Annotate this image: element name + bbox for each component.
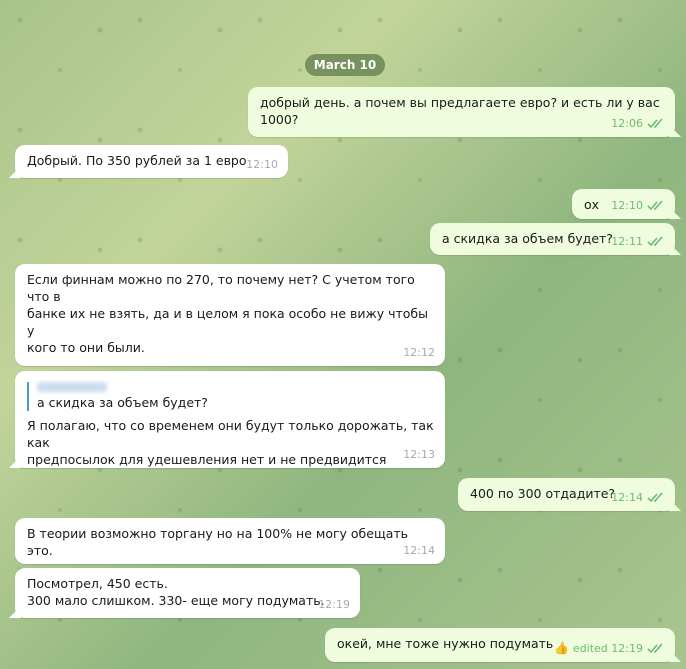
message-text: Посмотрел, 450 есть. 300 мало слишком. 3… xyxy=(27,576,325,608)
message-time: 12:06 xyxy=(611,117,643,130)
message-meta: 12:19 xyxy=(318,596,350,613)
message-outgoing[interactable]: а скидка за объем будет? 12:11 xyxy=(430,223,675,255)
message-meta: 👍 edited 12:19 xyxy=(554,640,665,657)
message-incoming[interactable]: В теории возможно торгану но на 100% не … xyxy=(15,518,445,564)
message-time: 12:10 xyxy=(611,199,643,212)
message-time: 12:13 xyxy=(403,448,435,461)
message-outgoing[interactable]: добрый день. а почем вы предлагаете евро… xyxy=(248,87,675,137)
message-time: edited 12:19 xyxy=(572,642,643,655)
read-ticks-icon xyxy=(647,236,663,247)
message-meta: 12:14 xyxy=(403,542,435,559)
message-meta: 12:10 xyxy=(611,197,665,214)
message-time: 12:11 xyxy=(611,235,643,248)
message-meta: 12:13 xyxy=(403,446,435,463)
message-outgoing[interactable]: 400 по 300 отдадите? 12:14 xyxy=(458,478,675,511)
message-incoming[interactable]: Если финнам можно по 270, то почему нет?… xyxy=(15,264,445,389)
message-text: Добрый. По 350 рублей за 1 евро xyxy=(27,153,247,168)
message-time: 12:10 xyxy=(246,158,278,171)
message-outgoing[interactable]: ох 12:10 xyxy=(572,189,675,219)
message-time: 12:14 xyxy=(611,491,643,504)
message-incoming[interactable]: Посмотрел, 450 есть. 300 мало слишком. 3… xyxy=(15,568,360,618)
message-meta: 12:12 xyxy=(403,344,435,361)
reply-author-redacted xyxy=(37,382,107,392)
thumbs-up-reaction-icon[interactable]: 👍 xyxy=(554,640,569,657)
message-text: добрый день. а почем вы предлагаете евро… xyxy=(260,95,660,127)
message-meta: 12:14 xyxy=(611,489,665,506)
read-ticks-icon xyxy=(647,643,663,654)
message-incoming-reply[interactable]: а скидка за объем будет? Я полагаю, что … xyxy=(15,371,445,468)
message-meta: 12:10 xyxy=(246,156,278,173)
read-ticks-icon xyxy=(647,492,663,503)
message-text: В теории возможно торгану но на 100% не … xyxy=(27,526,413,558)
reply-quote[interactable]: а скидка за объем будет? xyxy=(27,382,435,411)
message-incoming[interactable]: Добрый. По 350 рублей за 1 евро 12:10 xyxy=(15,145,288,178)
message-time: 12:12 xyxy=(403,346,435,359)
message-outgoing[interactable]: окей, мне тоже нужно подумать 👍 edited 1… xyxy=(325,628,675,662)
read-ticks-icon xyxy=(647,118,663,129)
message-time: 12:19 xyxy=(318,598,350,611)
message-time: 12:14 xyxy=(403,544,435,557)
date-separator: March 10 xyxy=(305,54,385,76)
message-meta: 12:11 xyxy=(611,233,665,250)
message-meta: 12:06 xyxy=(611,115,665,132)
read-ticks-icon xyxy=(647,200,663,211)
reply-quote-text: а скидка за объем будет? xyxy=(37,395,208,410)
message-text: Я полагаю, что со временем они будут тол… xyxy=(27,418,434,467)
